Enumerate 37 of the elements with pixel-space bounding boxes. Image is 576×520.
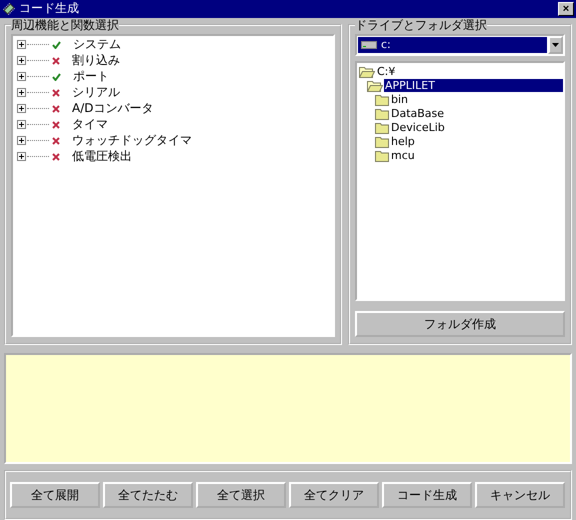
action-button[interactable]: 全て展開 xyxy=(10,482,100,508)
folder-item[interactable]: APPLILET xyxy=(384,79,563,92)
tree-item[interactable]: 低電圧検出 xyxy=(72,148,132,166)
tree-item[interactable]: システム xyxy=(73,36,121,54)
expand-toggle[interactable] xyxy=(17,136,26,146)
tree-item[interactable]: タイマ xyxy=(72,116,108,134)
group-title: 周辺機能と関数選択 xyxy=(11,18,119,32)
folder-item[interactable]: DeviceLib xyxy=(390,121,446,134)
create-folder-button[interactable]: フォルダ作成 xyxy=(355,311,565,338)
tree-item[interactable]: ウォッチドッグタイマ xyxy=(72,132,192,150)
drive-dropdown[interactable]: c: xyxy=(355,34,565,56)
action-button[interactable]: コード生成 xyxy=(382,482,472,508)
drive-icon xyxy=(361,40,377,49)
dropdown-arrow-icon xyxy=(552,42,559,47)
folder-item[interactable]: mcu xyxy=(390,149,416,162)
expand-toggle[interactable] xyxy=(17,88,26,98)
folder-item[interactable]: help xyxy=(390,135,416,148)
tree-item[interactable]: A/Dコンバータ xyxy=(72,100,154,118)
tree-item[interactable]: ポート xyxy=(73,68,109,86)
close-button[interactable]: × xyxy=(558,2,574,16)
folder-item[interactable]: bin xyxy=(390,93,410,106)
folder-item[interactable]: DataBase xyxy=(390,107,446,120)
expand-toggle[interactable] xyxy=(17,56,26,66)
tree-item[interactable]: 割り込み xyxy=(72,52,120,70)
expand-toggle[interactable] xyxy=(17,72,26,82)
expand-toggle[interactable] xyxy=(17,104,26,114)
action-button[interactable]: 全て選択 xyxy=(196,482,286,508)
expand-toggle[interactable] xyxy=(17,120,26,130)
action-button[interactable]: 全てたたむ xyxy=(103,482,193,508)
expand-toggle[interactable] xyxy=(17,40,26,50)
folder-item[interactable]: C:¥ xyxy=(376,65,396,78)
tree-item[interactable]: シリアル xyxy=(72,84,120,102)
window-title: コード生成 xyxy=(19,0,80,18)
group-title: ドライブとフォルダ選択 xyxy=(355,18,487,32)
expand-toggle[interactable] xyxy=(17,152,26,162)
action-button[interactable]: キャンセル xyxy=(475,482,565,508)
action-button[interactable]: 全てクリア xyxy=(289,482,379,508)
